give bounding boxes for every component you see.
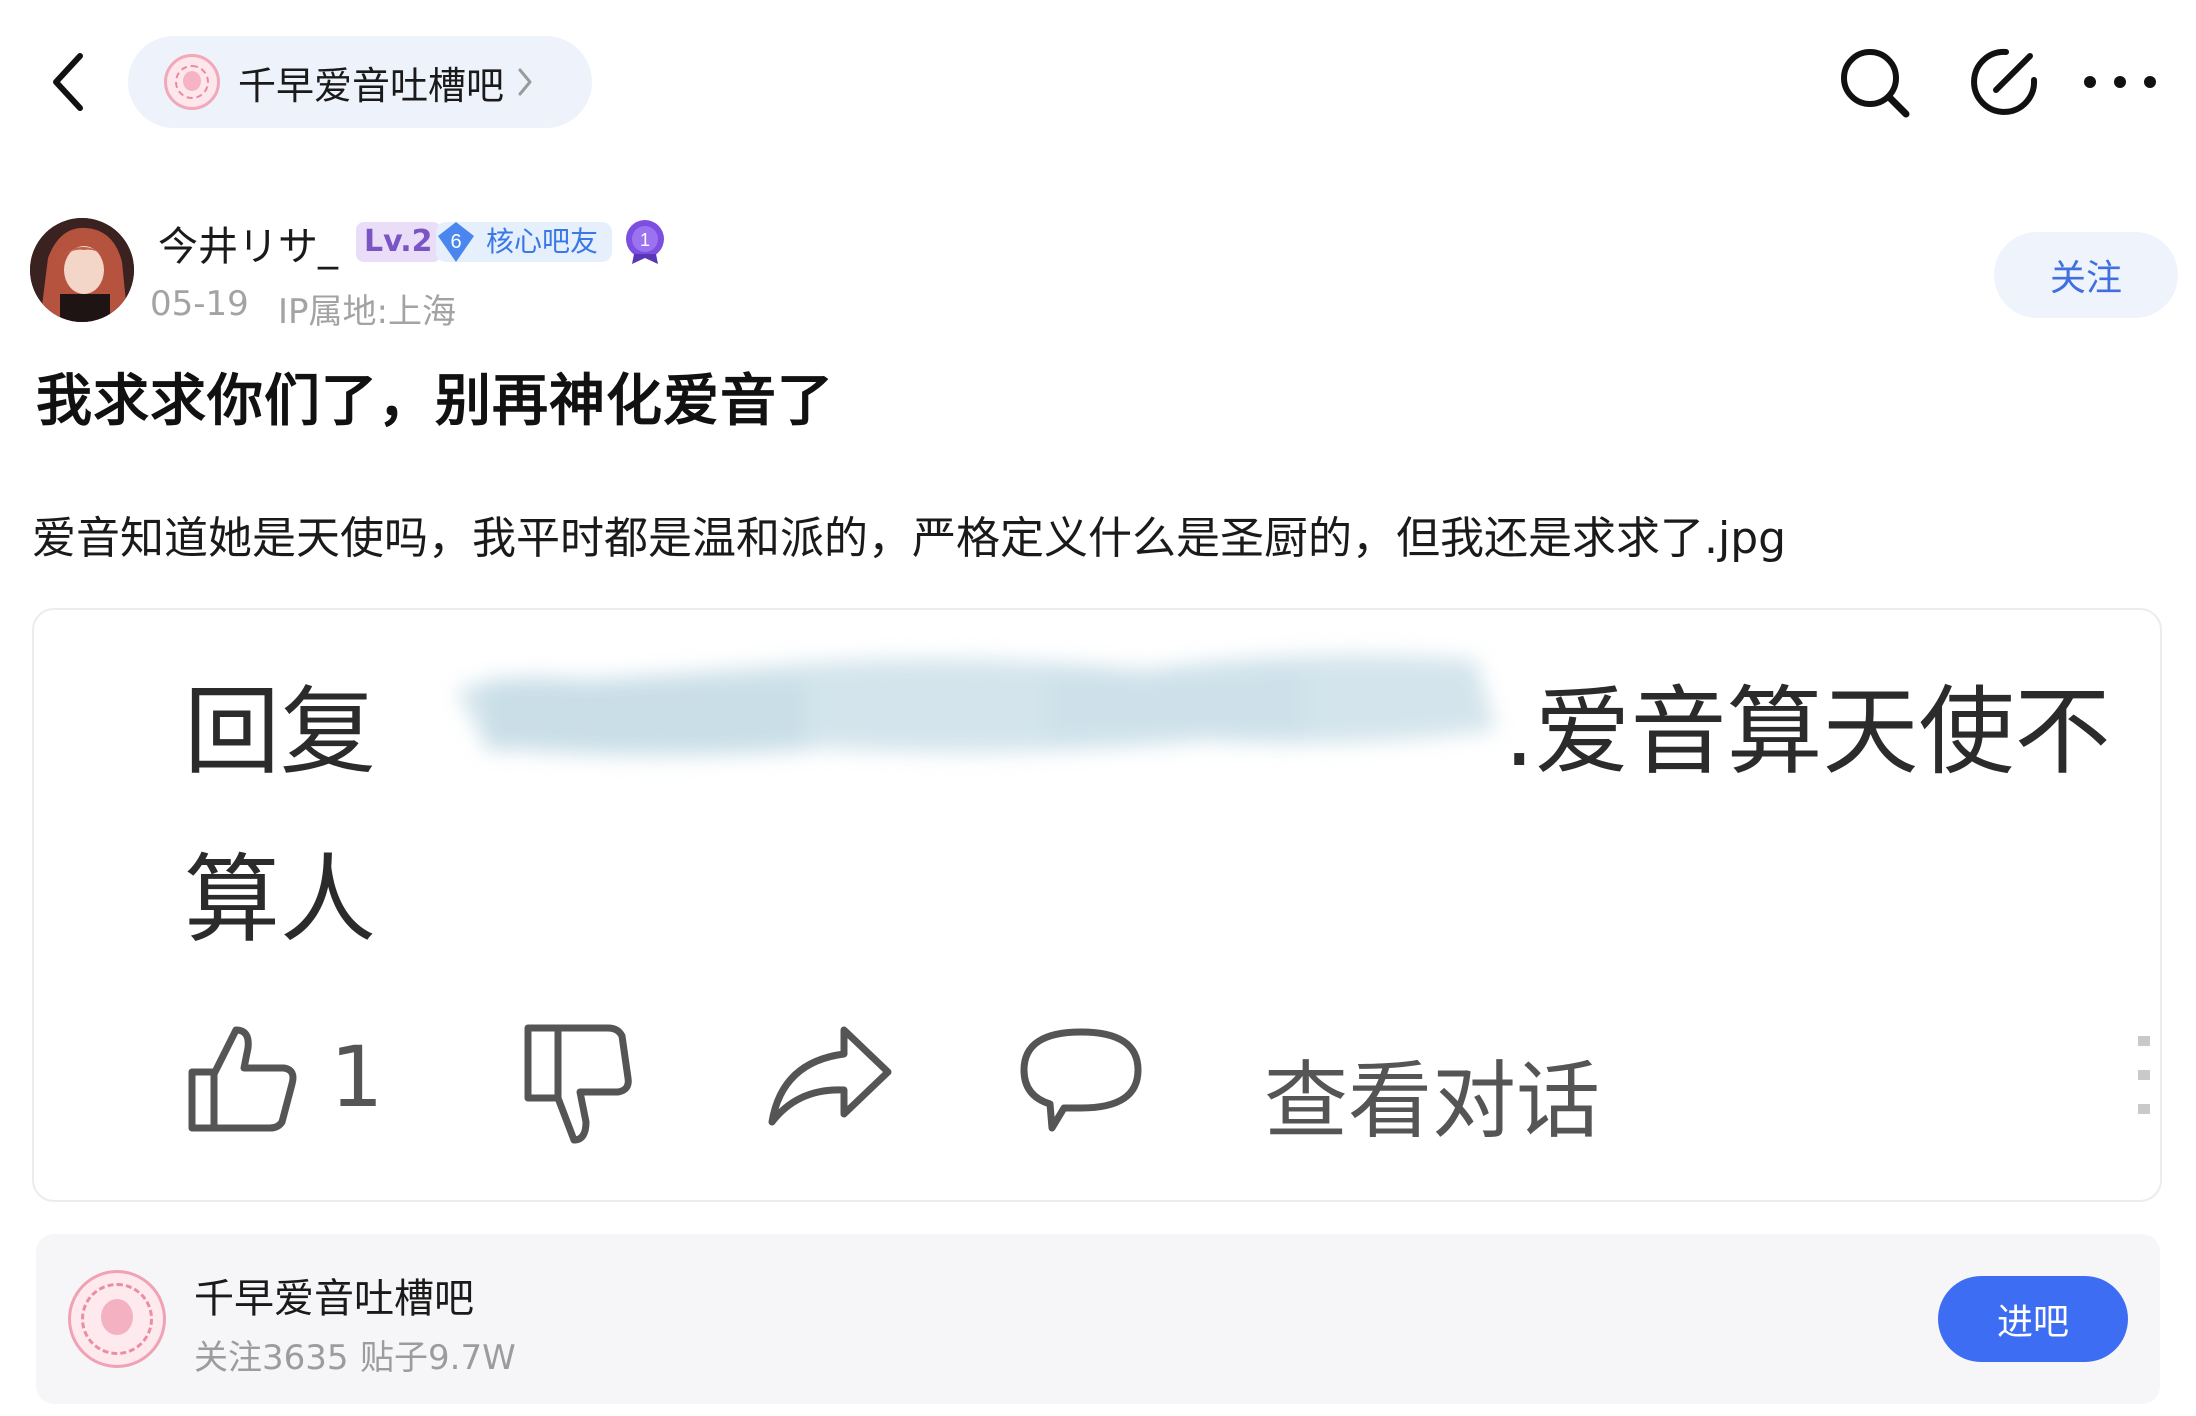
search-button[interactable] (1836, 44, 1912, 120)
image-like-count: 1 (330, 1028, 384, 1126)
image-reply-prefix: 回复 (184, 676, 376, 788)
avatar-image (30, 218, 134, 322)
core-level-number: 6 (450, 231, 461, 253)
follow-button[interactable]: 关注 (1994, 232, 2178, 318)
forum-card-name: 千早爱音吐槽吧 (194, 1276, 474, 1322)
share-icon (768, 1026, 892, 1126)
edit-icon (1971, 48, 2038, 115)
image-reply-text: .爱音算天使不 (1504, 676, 2111, 788)
image-reply-text-line2: 算人 (184, 844, 376, 956)
forum-link-pill[interactable]: 千早爱音吐槽吧 (128, 36, 592, 128)
ip-location: IP属地:上海 (278, 292, 456, 332)
thumbs-up-icon (188, 1026, 297, 1132)
core-badge-label: 核心吧友 (486, 225, 599, 258)
enter-forum-button[interactable]: 进吧 (1938, 1276, 2128, 1362)
chevron-left-icon (53, 53, 83, 111)
image-redacted-area (456, 654, 1496, 757)
level-badge: Lv.2 (356, 222, 441, 262)
forum-card-logo-icon (68, 1270, 166, 1368)
image-view-dialog: 查看对话 (1264, 1052, 1601, 1150)
image-edge-marks (2138, 1036, 2150, 1114)
post-date: 05-19 (150, 284, 249, 324)
diamond-icon: 6 (438, 222, 474, 262)
comment-icon (1020, 1028, 1142, 1132)
author-avatar[interactable] (30, 218, 134, 322)
forum-logo-icon (164, 54, 220, 110)
search-icon (1841, 49, 1910, 118)
edit-button[interactable] (1966, 44, 2042, 120)
forum-pill-name: 千早爱音吐槽吧 (238, 63, 505, 108)
forum-card-followers: 关注3635 (194, 1338, 349, 1378)
medal-icon: 1 (624, 218, 666, 264)
post-body: 爱音知道她是天使吗，我平时都是温和派的，严格定义什么是圣厨的，但我还是求求了.j… (32, 513, 1787, 564)
forum-card-posts: 贴子9.7W (360, 1338, 516, 1378)
medal-number: 1 (640, 230, 650, 250)
post-title: 我求求你们了，别再神化爱音了 (36, 369, 834, 434)
more-button[interactable] (2074, 52, 2166, 112)
post-image[interactable]: 回复 .爱音算天使不 算人 1 查看对话 (32, 608, 2162, 1202)
more-horizontal-icon (2084, 76, 2156, 88)
back-button[interactable] (40, 46, 100, 118)
forum-card[interactable]: 千早爱音吐槽吧 关注3635 贴子9.7W 进吧 (36, 1234, 2160, 1404)
author-name[interactable]: 今井リサ_ (158, 214, 338, 272)
core-member-badge: 6 核心吧友 (436, 222, 612, 262)
thumbs-down-icon (524, 1024, 632, 1144)
chevron-right-icon (518, 68, 532, 96)
